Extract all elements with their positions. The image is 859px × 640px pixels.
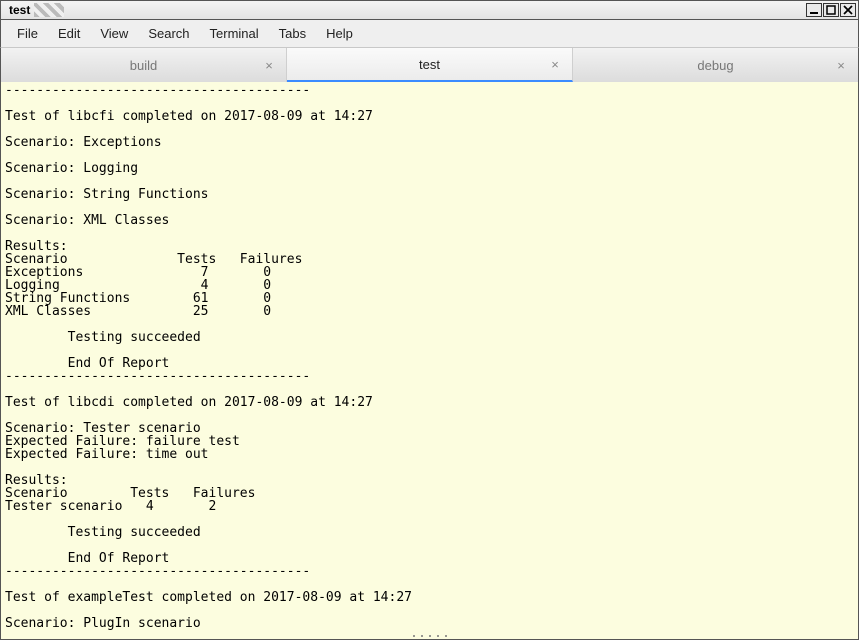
menu-help[interactable]: Help (316, 22, 363, 45)
tab-test[interactable]: test × (287, 48, 573, 82)
menu-terminal[interactable]: Terminal (200, 22, 269, 45)
window-title: test (3, 3, 30, 17)
tab-debug[interactable]: debug × (573, 48, 858, 82)
minimize-button[interactable] (806, 3, 822, 17)
titlebar-texture (34, 3, 64, 17)
tab-label: build (130, 58, 157, 73)
tab-build[interactable]: build × (1, 48, 287, 82)
menu-tabs[interactable]: Tabs (269, 22, 316, 45)
tab-label: test (419, 57, 440, 72)
terminal-pane[interactable]: --------------------------------------- … (0, 82, 859, 640)
close-icon: × (265, 58, 273, 73)
terminal-output: --------------------------------------- … (1, 82, 858, 630)
menubar: File Edit View Search Terminal Tabs Help (0, 20, 859, 48)
tab-strip: build × test × debug × (0, 48, 859, 82)
maximize-button[interactable] (823, 3, 839, 17)
tab-close-test[interactable]: × (548, 57, 562, 71)
tab-close-build[interactable]: × (262, 58, 276, 72)
tab-label: debug (697, 58, 733, 73)
close-icon (843, 5, 853, 15)
resize-handle-icon[interactable] (410, 634, 450, 638)
menu-edit[interactable]: Edit (48, 22, 90, 45)
close-button[interactable] (840, 3, 856, 17)
maximize-icon (826, 5, 836, 15)
menu-file[interactable]: File (7, 22, 48, 45)
close-icon: × (551, 57, 559, 72)
window-titlebar: test (0, 0, 859, 20)
menu-view[interactable]: View (90, 22, 138, 45)
minimize-icon (809, 5, 819, 15)
close-icon: × (837, 58, 845, 73)
menu-search[interactable]: Search (138, 22, 199, 45)
tab-close-debug[interactable]: × (834, 58, 848, 72)
